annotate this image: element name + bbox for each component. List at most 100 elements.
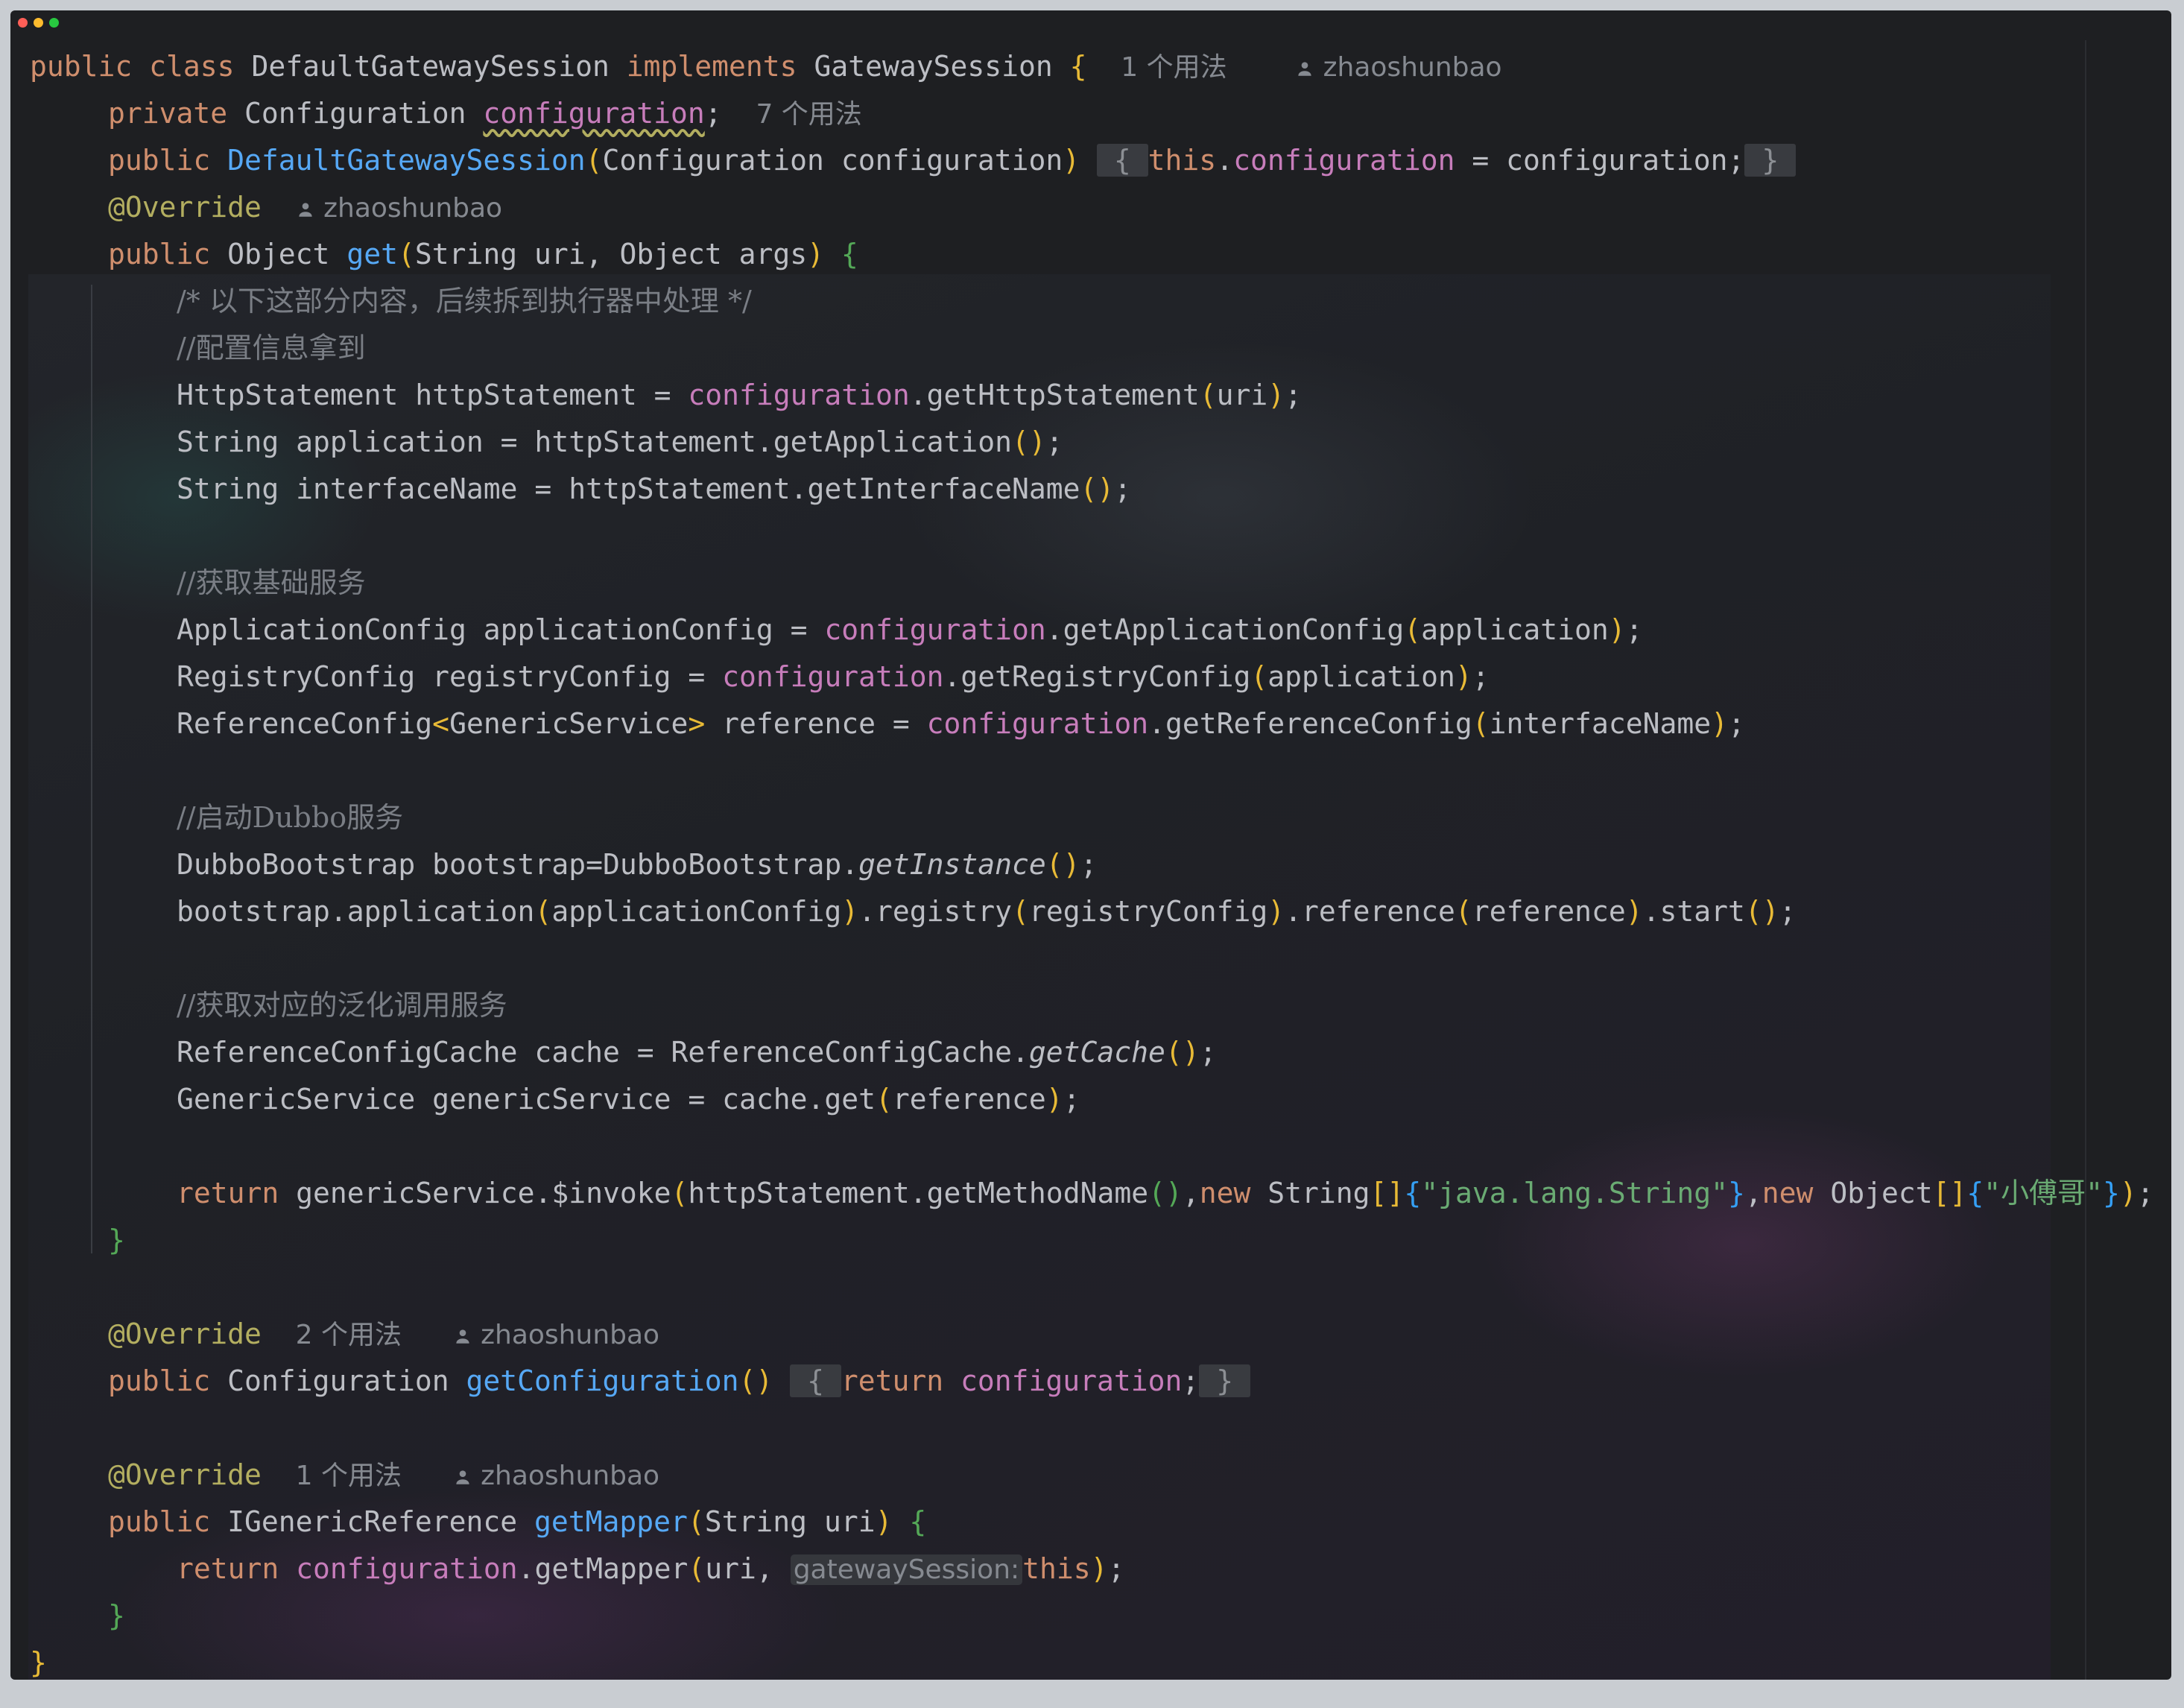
interface-name: GatewaySession xyxy=(814,50,1053,83)
maximize-window-button[interactable] xyxy=(49,18,59,28)
type-name: String xyxy=(414,238,518,271)
code-line-empty[interactable] xyxy=(10,1123,2171,1170)
code-line[interactable]: ReferenceConfig<GenericService> referenc… xyxy=(10,700,2171,747)
close-window-button[interactable] xyxy=(18,18,28,28)
keyword: public xyxy=(108,238,211,271)
type-name: Configuration xyxy=(227,1364,449,1397)
code-line[interactable]: //获取基础服务 xyxy=(10,560,2171,607)
author-hint[interactable]: zhaoshunbao xyxy=(453,1320,659,1350)
code-text: .reference xyxy=(1285,895,1455,928)
field-name: configuration xyxy=(960,1364,1183,1397)
comment: //获取基础服务 xyxy=(177,566,366,599)
code-line[interactable]: ApplicationConfig applicationConfig = co… xyxy=(10,607,2171,654)
method-name: get xyxy=(346,238,398,271)
folded-brace-open[interactable]: { xyxy=(790,1364,841,1397)
code-text: reference xyxy=(892,1083,1046,1116)
type-name: Object xyxy=(227,238,330,271)
code-text: HttpStatement httpStatement = xyxy=(177,379,689,411)
code-line[interactable]: } xyxy=(10,1217,2171,1264)
code-line[interactable]: } xyxy=(10,1592,2171,1639)
code-line[interactable]: String interfaceName = httpStatement.get… xyxy=(10,466,2171,513)
code-line[interactable]: GenericService genericService = cache.ge… xyxy=(10,1076,2171,1123)
parameter-inlay-hint: gatewaySession: xyxy=(790,1554,1023,1585)
annotation: @Override xyxy=(108,191,262,224)
code-line[interactable]: @Override 2 个用法 zhaoshunbao xyxy=(10,1311,2171,1358)
code-line-empty[interactable] xyxy=(10,1405,2171,1452)
code-line[interactable]: private Configuration configuration; 7 个… xyxy=(10,90,2171,137)
method-name: getConfiguration xyxy=(466,1364,739,1397)
code-line[interactable]: public Configuration getConfiguration() … xyxy=(10,1358,2171,1405)
code-line[interactable]: } xyxy=(10,1639,2171,1680)
code-text: uri xyxy=(1216,379,1268,411)
usages-hint[interactable]: 7 个用法 xyxy=(756,99,861,130)
code-editor[interactable]: public class DefaultGatewaySession imple… xyxy=(10,43,2171,1680)
author-hint[interactable]: zhaoshunbao xyxy=(1295,52,1502,83)
usages-hint[interactable]: 1 个用法 xyxy=(1121,52,1226,83)
code-text: application xyxy=(1267,660,1455,693)
keyword: return xyxy=(177,1552,279,1585)
code-line[interactable]: String application = httpStatement.getAp… xyxy=(10,419,2171,466)
minimize-window-button[interactable] xyxy=(34,18,43,28)
code-line[interactable]: @Override 1 个用法 zhaoshunbao xyxy=(10,1452,2171,1499)
user-icon xyxy=(299,203,312,217)
field-name: configuration xyxy=(1233,144,1455,177)
comment: //启动Dubbo服务 xyxy=(177,801,404,834)
keyword: public xyxy=(30,50,133,83)
keyword: return xyxy=(177,1177,279,1209)
usages-hint[interactable]: 2 个用法 xyxy=(296,1320,402,1350)
keyword: this xyxy=(1022,1552,1091,1585)
code-line-empty[interactable] xyxy=(10,513,2171,560)
code-line[interactable]: ReferenceConfigCache cache = ReferenceCo… xyxy=(10,1029,2171,1076)
comment: //获取对应的泛化调用服务 xyxy=(177,989,507,1022)
code-line[interactable]: bootstrap.application(applicationConfig)… xyxy=(10,888,2171,935)
author-hint[interactable]: zhaoshunbao xyxy=(453,1461,659,1491)
author-name: zhaoshunbao xyxy=(323,193,503,224)
user-icon xyxy=(456,1329,469,1344)
author-name: zhaoshunbao xyxy=(1323,52,1502,83)
annotation: @Override xyxy=(108,1318,262,1350)
field-name: configuration xyxy=(722,660,944,693)
keyword: new xyxy=(1762,1177,1814,1209)
user-icon xyxy=(456,1470,469,1484)
type-name: IGenericReference xyxy=(227,1505,518,1538)
code-line[interactable]: return genericService.$invoke(httpStatem… xyxy=(10,1170,2171,1217)
code-line[interactable]: public class DefaultGatewaySession imple… xyxy=(10,43,2171,90)
code-line[interactable]: public IGenericReference getMapper(Strin… xyxy=(10,1499,2171,1546)
code-line[interactable]: HttpStatement httpStatement = configurat… xyxy=(10,372,2171,419)
code-line[interactable]: //启动Dubbo服务 xyxy=(10,794,2171,841)
code-line[interactable]: public Object get(String uri, Object arg… xyxy=(10,231,2171,278)
type-name: Configuration xyxy=(244,97,466,130)
code-line-empty[interactable] xyxy=(10,1264,2171,1311)
code-line[interactable]: @Override zhaoshunbao xyxy=(10,184,2171,231)
folded-brace-open[interactable]: { xyxy=(1097,144,1148,177)
code-text: registryConfig xyxy=(1028,895,1268,928)
code-line[interactable]: //配置信息拿到 xyxy=(10,325,2171,372)
usages-hint[interactable]: 1 个用法 xyxy=(296,1461,402,1491)
folded-brace-close[interactable]: } xyxy=(1744,144,1797,177)
code-line-empty[interactable] xyxy=(10,747,2171,794)
code-line[interactable]: /* 以下这部分内容，后续拆到执行器中处理 */ xyxy=(10,278,2171,325)
code-text: GenericService xyxy=(449,707,689,740)
keyword: private xyxy=(108,97,228,130)
keyword: public xyxy=(108,1505,211,1538)
code-text: String xyxy=(1250,1177,1370,1209)
code-line[interactable]: return configuration.getMapper(uri, gate… xyxy=(10,1546,2171,1592)
brace: { xyxy=(1069,50,1087,83)
code-text: String application = httpStatement.getAp… xyxy=(177,426,1013,458)
code-text: .start xyxy=(1642,895,1745,928)
folded-brace-close[interactable]: } xyxy=(1199,1364,1250,1397)
code-line[interactable]: RegistryConfig registryConfig = configur… xyxy=(10,654,2171,700)
author-hint[interactable]: zhaoshunbao xyxy=(296,193,502,224)
keyword: return xyxy=(841,1364,944,1397)
code-text: application xyxy=(1421,613,1609,646)
comment: /* 以下这部分内容，后续拆到执行器中处理 */ xyxy=(177,285,752,317)
code-line-empty[interactable] xyxy=(10,935,2171,982)
code-line[interactable]: public DefaultGatewaySession(Configurati… xyxy=(10,137,2171,184)
code-line[interactable]: DubboBootstrap bootstrap=DubboBootstrap.… xyxy=(10,841,2171,888)
code-text: .getApplicationConfig xyxy=(1045,613,1405,646)
field-name: configuration xyxy=(688,379,910,411)
author-name: zhaoshunbao xyxy=(481,1461,660,1491)
code-line[interactable]: //获取对应的泛化调用服务 xyxy=(10,982,2171,1029)
code-text: .registry xyxy=(858,895,1013,928)
keyword: public xyxy=(108,144,211,177)
